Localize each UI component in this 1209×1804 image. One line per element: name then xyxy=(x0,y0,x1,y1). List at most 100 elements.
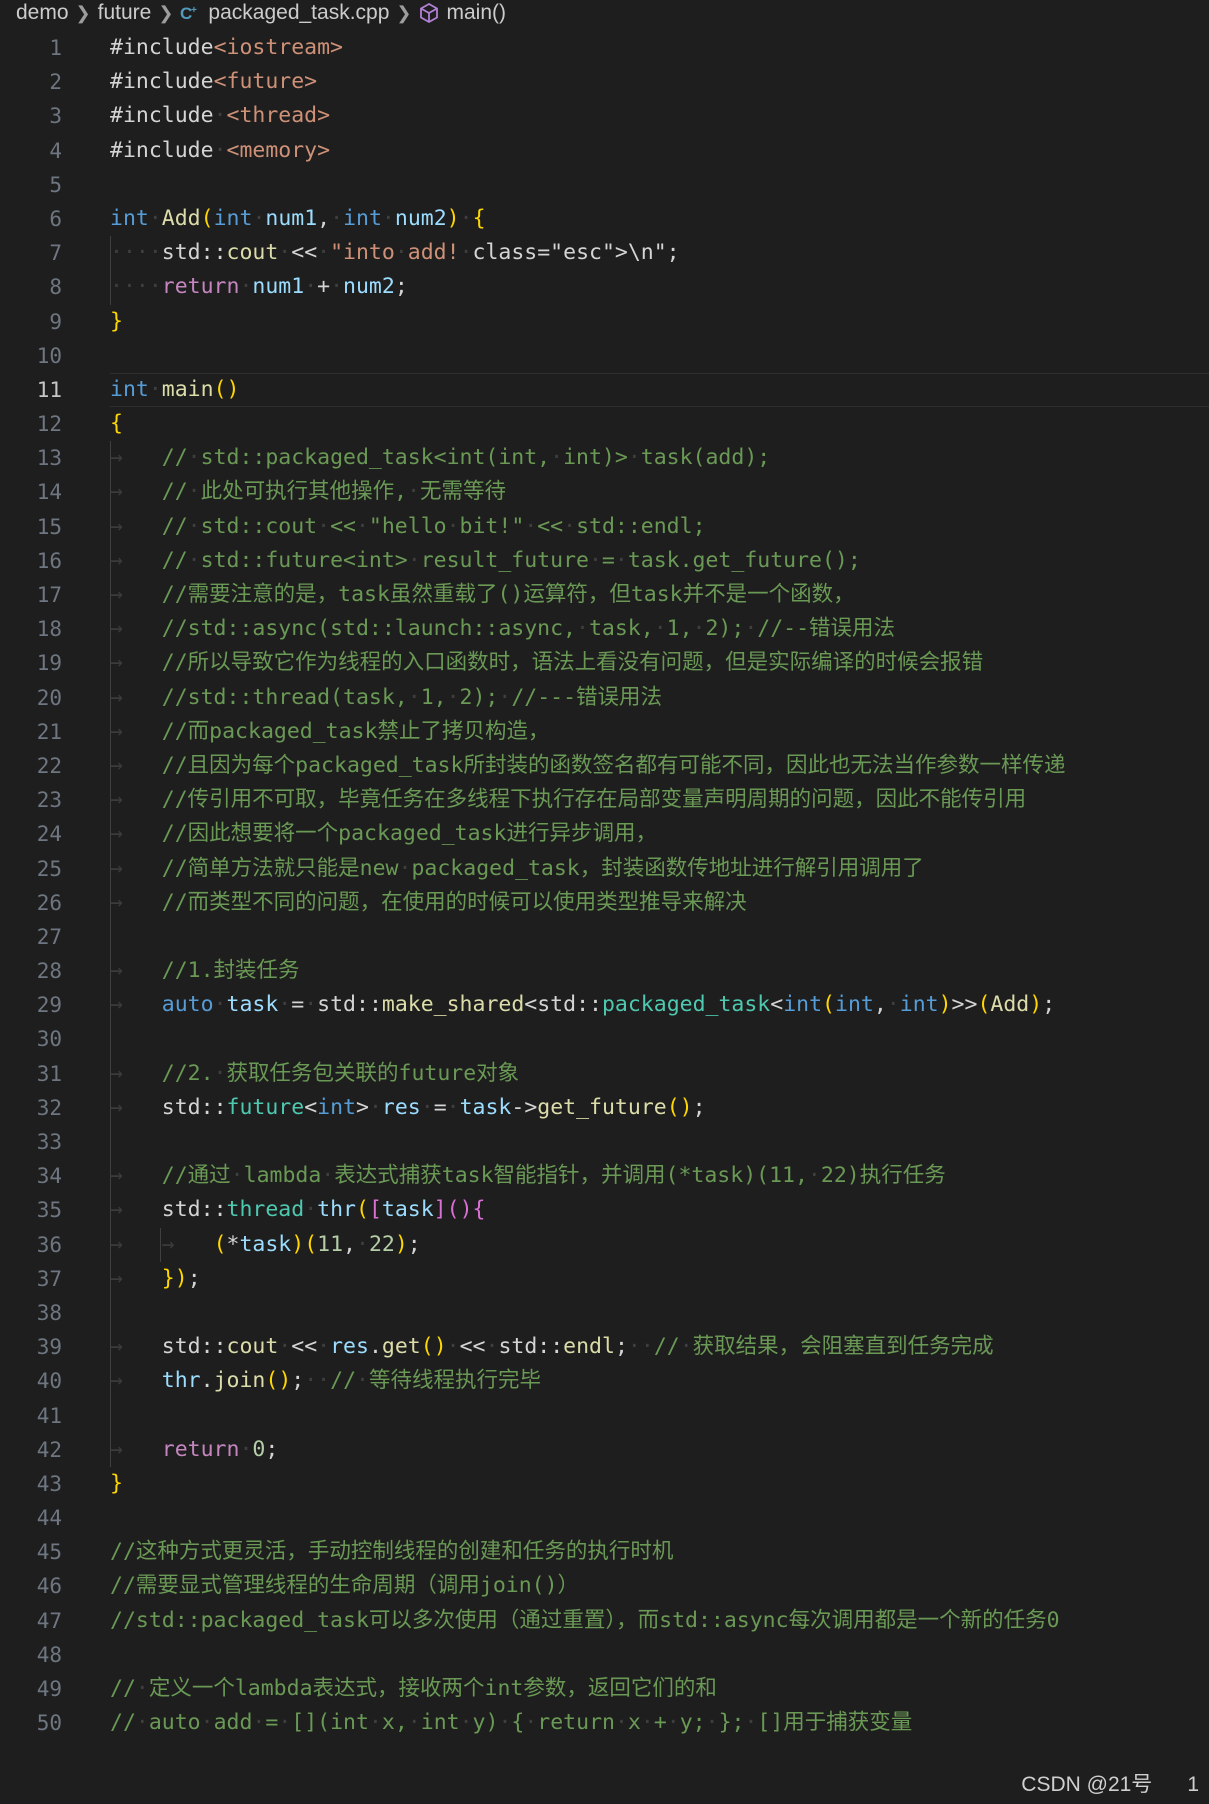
line-number: 37 xyxy=(36,1266,62,1291)
code-line[interactable]: 7 ····std::cout·<<·"into·add!·class="esc"… xyxy=(0,236,1209,271)
code-line[interactable]: 25 → //简单方法就只能是new·packaged_task，封装函数传地址进… xyxy=(0,851,1209,886)
code-text: //·auto·add·=·[](int·x,·int·y)·{·return·… xyxy=(110,1710,913,1736)
line-number: 12 xyxy=(36,412,62,437)
code-line[interactable]: 39 → std::cout·<<·res.get()·<<·std::endl;… xyxy=(0,1330,1209,1365)
code-line[interactable]: 19 → //所以导致它作为线程的入口函数时，语法上看没有问题，但是实际编译的时候… xyxy=(0,646,1209,681)
breadcrumb-item-demo[interactable]: demo xyxy=(16,1,69,25)
code-line[interactable]: 6 int·Add(int·num1,·int·num2)·{ xyxy=(0,202,1209,236)
code-text: → //std::async(std::launch::async,·task,… xyxy=(110,616,896,642)
code-line[interactable]: 5 xyxy=(0,168,1209,202)
code-line[interactable]: 32 → std::future<int>·res·=·task->get_fut… xyxy=(0,1090,1209,1125)
code-text: → }); xyxy=(110,1265,201,1291)
code-line[interactable]: 33 xyxy=(0,1125,1209,1160)
code-line[interactable]: 31 → //2.·获取任务包关联的future对象 xyxy=(0,1056,1209,1091)
code-line[interactable]: 45 //这种方式更灵活，手动控制线程的创建和任务的执行时机 xyxy=(0,1535,1209,1569)
line-number: 6 xyxy=(49,206,62,231)
code-line[interactable]: 35 → std::thread·thr([task](){ xyxy=(0,1193,1209,1228)
code-line[interactable]: 42 → return·0; xyxy=(0,1432,1209,1467)
code-text: → //2.·获取任务包关联的future对象 xyxy=(110,1060,520,1086)
code-line[interactable]: 15 → //·std::cout·<<·"hello·bit!"·<<·std:… xyxy=(0,509,1209,544)
code-line[interactable]: 34 → //通过·lambda·表达式捕获task智能指针，并调用(*task)… xyxy=(0,1159,1209,1194)
code-line[interactable]: 1 #include<iostream> xyxy=(0,31,1209,65)
code-line[interactable]: 36 → → (*task)(11,·22); xyxy=(0,1227,1209,1262)
line-number: 50 xyxy=(36,1711,62,1736)
code-text: → → (*task)(11,·22); xyxy=(110,1231,421,1257)
code-line[interactable]: 50 //·auto·add·=·[](int·x,·int·y)·{·retur… xyxy=(0,1706,1209,1740)
line-number: 7 xyxy=(49,241,62,266)
code-text: #include·<memory> xyxy=(110,137,331,163)
code-line[interactable]: 27 xyxy=(0,919,1209,955)
code-text: → //1.封装任务 xyxy=(110,958,300,984)
code-line[interactable]: 23 → //传引用不可取，毕竟任务在多线程下执行存在局部变量声明周期的问题，因此… xyxy=(0,783,1209,818)
code-text: → //因此想要将一个packaged_task进行异步调用， xyxy=(110,821,657,847)
method-cube-icon xyxy=(420,2,439,24)
line-number: 19 xyxy=(36,651,62,676)
breadcrumb-item-symbol[interactable]: main() xyxy=(418,1,506,25)
breadcrumb-item-future[interactable]: future xyxy=(98,1,152,25)
code-line[interactable]: 8 ····return·num1·+·num2; xyxy=(0,270,1209,305)
code-line[interactable]: 30 xyxy=(0,1022,1209,1057)
code-line[interactable]: 46 //需要显式管理线程的生命周期（调用join()） xyxy=(0,1569,1209,1603)
code-line[interactable]: 24 → //因此想要将一个packaged_task进行异步调用， xyxy=(0,817,1209,852)
line-number: 38 xyxy=(36,1300,62,1325)
line-number: 29 xyxy=(36,993,62,1018)
code-line[interactable]: 4 #include·<memory> xyxy=(0,134,1209,168)
code-line[interactable]: 22 → //且因为每个packaged_task所封装的函数签名都有可能不同，因… xyxy=(0,748,1209,784)
code-line[interactable]: 3 #include·<thread> xyxy=(0,99,1209,133)
line-number: 49 xyxy=(36,1677,62,1701)
code-editor[interactable]: 1 #include<iostream> 2 #include<future> 3 #in… xyxy=(0,31,1209,1740)
line-number: 36 xyxy=(36,1232,62,1257)
breadcrumb-item-file[interactable]: C + packaged_task.cpp xyxy=(180,1,389,25)
indent-guide xyxy=(110,1022,111,1057)
line-number: 43 xyxy=(36,1471,62,1496)
code-line[interactable]: 38 xyxy=(0,1295,1209,1331)
code-line[interactable]: 48 xyxy=(0,1638,1209,1672)
code-line[interactable]: 12 { xyxy=(0,407,1209,441)
code-line[interactable]: 21 → //而packaged_task禁止了拷贝构造， xyxy=(0,714,1209,749)
code-line[interactable]: 16 → //·std::future<int>·result_future·=·… xyxy=(0,543,1209,578)
code-text: ····return·num1·+·num2; xyxy=(110,274,408,300)
line-number: 27 xyxy=(36,924,62,949)
code-line[interactable]: 49 //·定义一个lambda表达式，接收两个int参数，返回它们的和 xyxy=(0,1672,1209,1706)
line-number: 8 xyxy=(49,275,62,300)
code-line[interactable]: 10 xyxy=(0,339,1209,373)
code-line[interactable]: 26 → //而类型不同的问题，在使用的时候可以使用类型推导来解决 xyxy=(0,885,1209,920)
code-line[interactable]: 20 → //std::thread(task,·1,·2);·//---错误用法 xyxy=(0,680,1209,715)
indent-guide xyxy=(110,919,111,955)
code-text: → //需要注意的是，task虽然重载了()运算符，但task并不是一个函数， xyxy=(110,582,855,607)
code-line[interactable]: 14 → //·此处可执行其他操作,·无需等待 xyxy=(0,475,1209,510)
chevron-right-icon: ❯ xyxy=(75,2,91,23)
code-line[interactable]: 9} xyxy=(0,305,1209,339)
code-line[interactable]: 11 int·main() xyxy=(0,372,1209,408)
line-number: 34 xyxy=(36,1164,62,1189)
line-number: 24 xyxy=(36,822,62,847)
line-number: 11 xyxy=(36,377,62,402)
line-number: 47 xyxy=(36,1608,62,1633)
code-line[interactable]: 2 #include<future> xyxy=(0,65,1209,99)
line-number: 1 xyxy=(49,36,62,60)
line-number: 17 xyxy=(36,583,62,607)
code-line[interactable]: 29 → auto·task·=·std::make_shared<std::pa… xyxy=(0,988,1209,1023)
line-number: 41 xyxy=(36,1403,62,1428)
code-line[interactable]: 28 → //1.封装任务 xyxy=(0,954,1209,989)
code-text: → //而类型不同的问题，在使用的时候可以使用类型推导来解决 xyxy=(110,889,747,915)
code-line[interactable]: 41 xyxy=(0,1398,1209,1433)
line-number: 28 xyxy=(36,959,62,984)
line-number: 32 xyxy=(36,1095,62,1120)
code-line[interactable]: 37 → }); xyxy=(0,1261,1209,1296)
code-line[interactable]: 18 → //std::async(std::launch::async,·tas… xyxy=(0,612,1209,647)
code-text: //需要显式管理线程的生命周期（调用join()） xyxy=(110,1573,580,1599)
code-line[interactable]: 17 → //需要注意的是，task虽然重载了()运算符，但task并不是一个函数… xyxy=(0,578,1209,613)
code-line[interactable]: 47 //std::packaged_task可以多次使用（通过重置），而std:… xyxy=(0,1604,1209,1638)
code-text: → //简单方法就只能是new·packaged_task，封装函数传地址进行解… xyxy=(110,855,924,881)
line-number: 14 xyxy=(36,480,62,505)
code-text: //·定义一个lambda表达式，接收两个int参数，返回它们的和 xyxy=(110,1676,717,1701)
code-text: → //传引用不可取，毕竟任务在多线程下执行存在局部变量声明周期的问题，因此不能… xyxy=(110,787,1027,813)
code-line[interactable]: 43} xyxy=(0,1467,1209,1501)
code-line[interactable]: 40 → thr.join();··//·等待线程执行完毕 xyxy=(0,1364,1209,1399)
code-line[interactable]: 44 xyxy=(0,1501,1209,1535)
code-text: → //·此处可执行其他操作,·无需等待 xyxy=(110,479,507,505)
code-line[interactable]: 13 → //·std::packaged_task<int(int,·int)>… xyxy=(0,441,1209,476)
line-number: 33 xyxy=(36,1130,62,1154)
indent-guide xyxy=(110,1398,111,1433)
